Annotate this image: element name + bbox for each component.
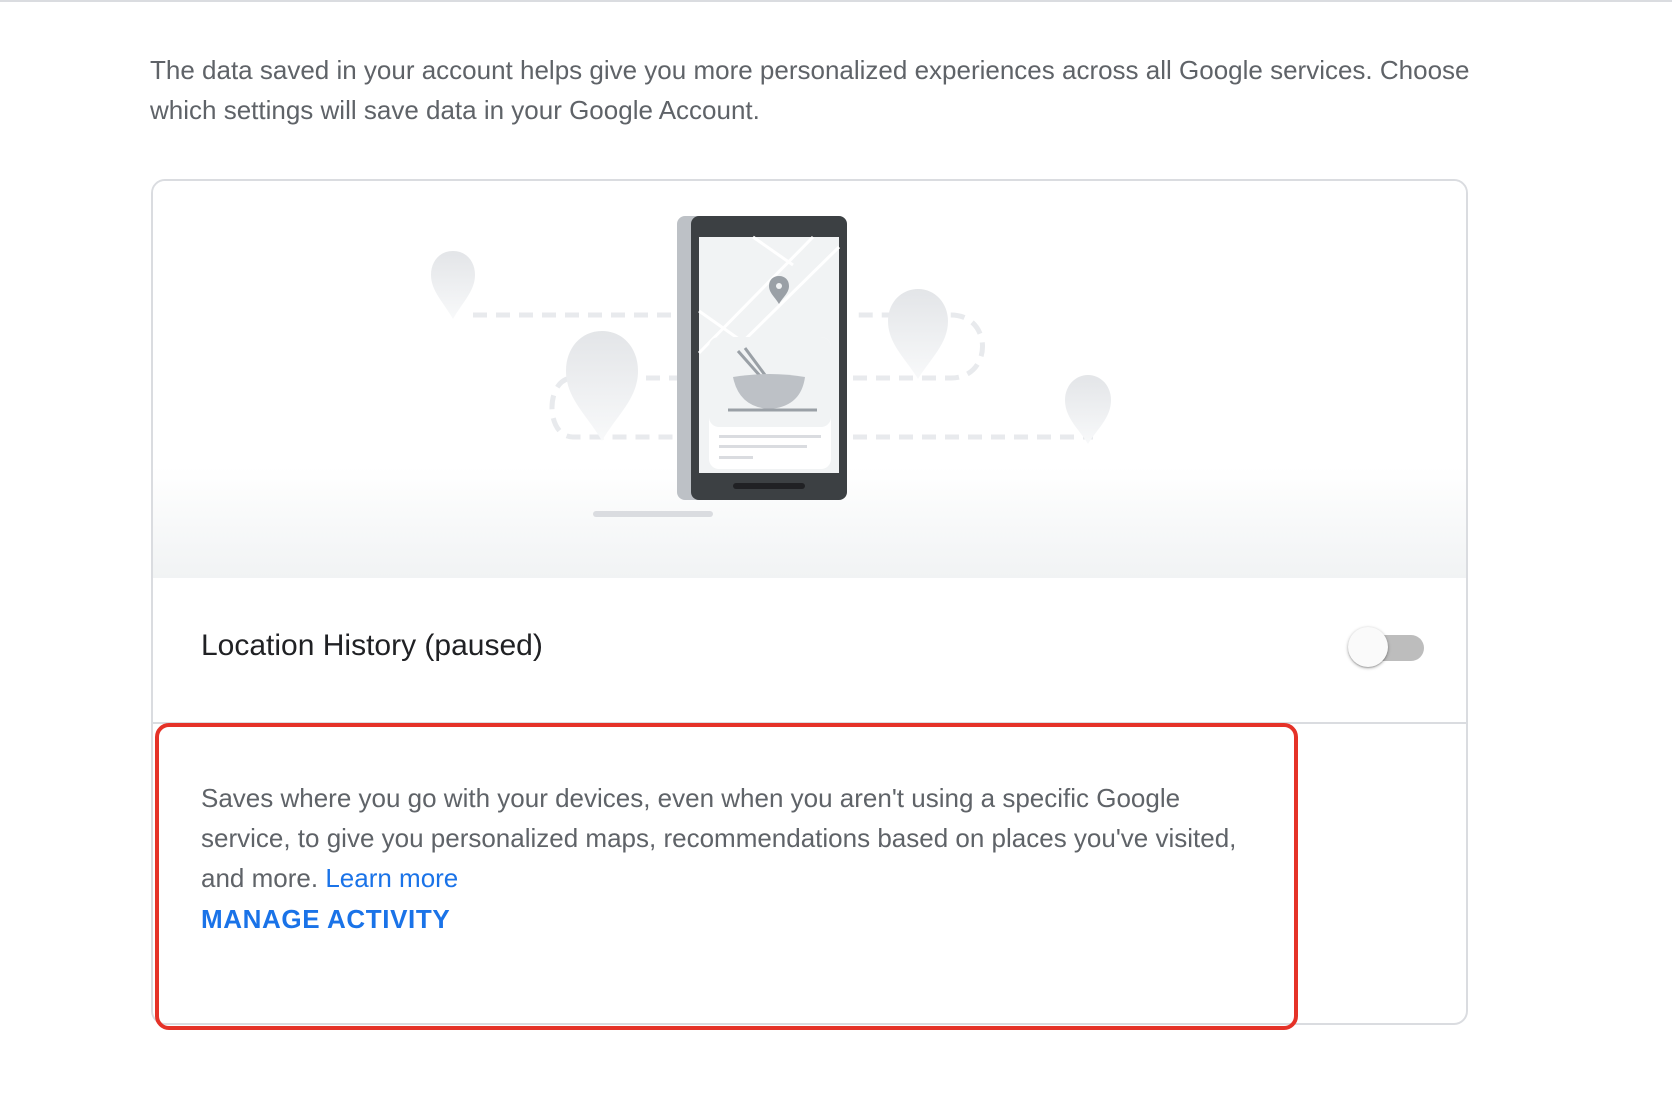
intro-text: The data saved in your account helps giv…: [150, 55, 1470, 125]
phone-shadow: [593, 511, 713, 517]
location-history-setting-row: Location History (paused): [153, 578, 1466, 724]
location-pin-icon: [1065, 375, 1111, 444]
location-history-card: Location History (paused) Saves where yo…: [151, 179, 1468, 1025]
phone-map-illustration: [431, 216, 1111, 517]
setting-title: Location History (paused): [201, 629, 543, 662]
manage-activity-button[interactable]: MANAGE ACTIVITY: [201, 902, 450, 936]
top-divider: [0, 0, 1672, 2]
learn-more-link[interactable]: Learn more: [325, 863, 458, 893]
phone-icon: [677, 216, 847, 500]
hero-illustration: [153, 181, 1466, 578]
location-pin-icon: [431, 251, 475, 319]
setting-description-area: Saves where you go with your devices, ev…: [153, 724, 1466, 1023]
location-pin-icon: [888, 289, 948, 379]
toggle-knob: [1348, 627, 1388, 667]
setting-description: Saves where you go with your devices, ev…: [201, 778, 1241, 898]
location-history-toggle[interactable]: [1348, 625, 1428, 669]
location-pin-icon: [566, 331, 638, 441]
